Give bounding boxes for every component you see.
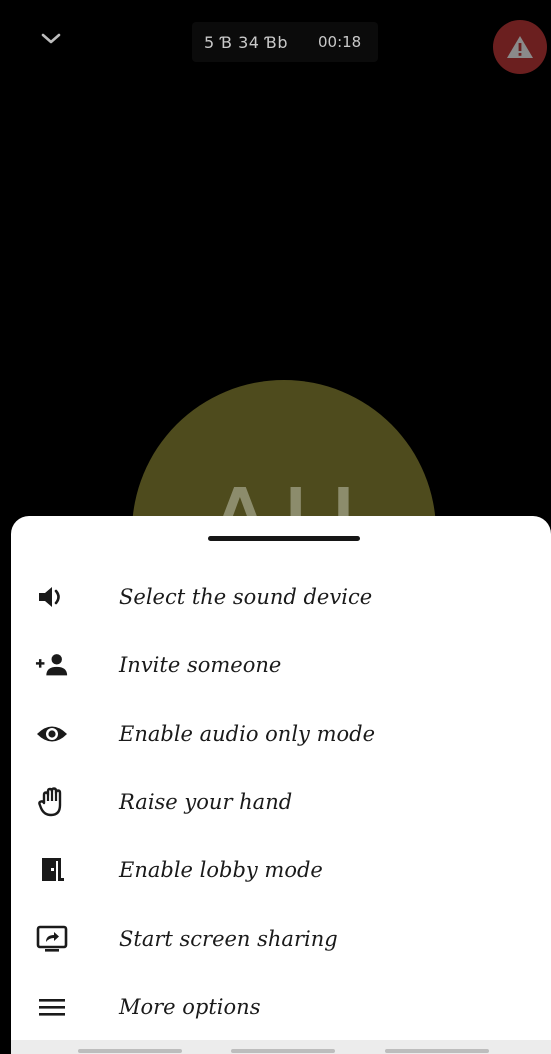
nav-back[interactable]: [385, 1049, 489, 1053]
menu-item-audio-only[interactable]: Enable audio only mode: [11, 706, 551, 762]
menu-item-label: Invite someone: [119, 653, 282, 677]
menu-item-label: Start screen sharing: [119, 927, 338, 951]
warning-button[interactable]: [493, 20, 547, 74]
add-person-icon: [35, 648, 69, 682]
collapse-button[interactable]: [34, 22, 68, 56]
nav-recents[interactable]: [78, 1049, 182, 1053]
warning-icon: [507, 36, 533, 58]
hand-icon: [35, 785, 69, 819]
sheet-handle[interactable]: [208, 536, 360, 541]
menu-item-sound-device[interactable]: Select the sound device: [11, 569, 551, 625]
menu-item-label: Enable audio only mode: [119, 722, 376, 746]
conference-info: 5 Ɓ 34 Ɓb 00:18: [192, 22, 378, 62]
options-sheet: Select the sound device Invite someone E…: [11, 516, 551, 1054]
menu-item-lobby[interactable]: Enable lobby mode: [11, 842, 551, 898]
chevron-down-icon: [41, 33, 61, 44]
menu-item-label: Enable lobby mode: [119, 858, 323, 882]
eye-icon: [35, 717, 69, 751]
menu-item-raise-hand[interactable]: Raise your hand: [11, 774, 551, 830]
menu-item-invite[interactable]: Invite someone: [11, 637, 551, 693]
speaker-icon: [35, 580, 69, 614]
nav-home[interactable]: [231, 1049, 335, 1053]
call-timer: 00:18: [318, 33, 362, 51]
menu-item-label: Raise your hand: [119, 790, 293, 814]
system-nav-bar: [11, 1040, 551, 1054]
menu-lines-icon: [35, 990, 69, 1024]
room-name: 5 Ɓ 34 Ɓb: [204, 32, 288, 52]
screen-share-icon: [35, 922, 69, 956]
menu-item-label: More options: [119, 995, 261, 1019]
menu-item-more-options[interactable]: More options: [11, 979, 551, 1035]
menu-item-label: Select the sound device: [119, 585, 373, 609]
menu-item-screen-share[interactable]: Start screen sharing: [11, 911, 551, 967]
door-icon: [35, 853, 69, 887]
